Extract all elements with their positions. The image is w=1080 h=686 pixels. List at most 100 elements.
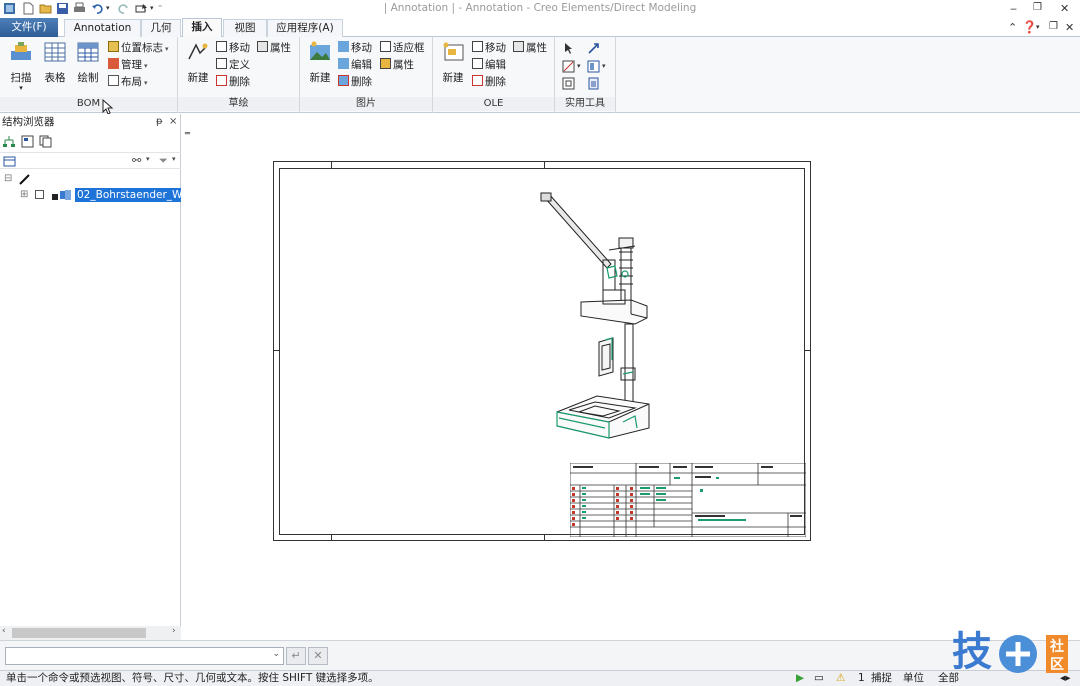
ole-move-button[interactable]: 移动 (472, 40, 506, 56)
image-move-label: 移动 (351, 42, 372, 54)
watermark-char: 技 (952, 629, 992, 675)
selection-count: 1 (858, 672, 865, 684)
image-move-button[interactable]: 移动 (338, 40, 372, 56)
layers-tool-icon[interactable] (587, 60, 600, 73)
scroll-right-icon[interactable]: › (172, 626, 176, 636)
binoculars-icon[interactable]: ⚯ (132, 154, 141, 167)
ole-new-button[interactable]: 新建 (436, 41, 470, 85)
image-fit-frame-button[interactable]: 适应框 (380, 40, 425, 56)
sketch-define-button[interactable]: 定义 (216, 57, 250, 73)
layout-button[interactable]: 布局 ▾ (108, 74, 148, 90)
pin-icon[interactable]: ᵽ (156, 114, 163, 130)
window-title: | Annotation | - Annotation - Creo Eleme… (383, 2, 697, 14)
cancel-command-button[interactable]: ✕ (308, 647, 328, 665)
tree-collapse-icon[interactable]: ⊟ (4, 172, 12, 186)
ole-delete-button[interactable]: 删除 (472, 74, 506, 90)
manage-button[interactable]: 管理 ▾ (108, 57, 148, 73)
browser-filter-icon[interactable] (21, 135, 34, 148)
title-block (570, 463, 806, 537)
ole-delete-icon (472, 75, 483, 86)
image-delete-label: 删除 (351, 76, 372, 88)
scroll-thumb[interactable] (12, 628, 146, 638)
record-icon[interactable]: ▭ (814, 671, 824, 686)
drill-press-view[interactable] (539, 190, 669, 440)
selected-tree-label[interactable]: 02_Bohrstaender_Werk (75, 188, 181, 202)
minimize-ribbon-icon[interactable]: ⌃ (1008, 21, 1017, 34)
browser-hscrollbar[interactable]: ‹ › (0, 626, 181, 640)
sketch-delete-button[interactable]: 删除 (216, 74, 250, 90)
group-tools-label: 实用工具 (555, 97, 615, 111)
scan-button[interactable]: 扫描 ▾ (4, 41, 38, 92)
help-icon[interactable]: ❓ (1022, 20, 1037, 34)
tree-expand-icon[interactable]: ⊞ (20, 188, 28, 202)
play-icon[interactable]: ▶ (796, 671, 804, 686)
position-flag-button[interactable]: 位置标志 ▾ (108, 40, 169, 56)
doc-restore-icon[interactable]: ❐ (1049, 21, 1058, 32)
tab-insert[interactable]: 插入 (182, 18, 222, 38)
unit-label[interactable]: 单位 (903, 671, 924, 686)
title-bar: ▾ ▾ ⁼ | Annotation | - Annotation - Creo… (0, 0, 1080, 18)
doc-close-icon[interactable]: ✕ (1065, 21, 1074, 34)
calculator-tool-icon[interactable] (587, 77, 600, 90)
command-input[interactable]: ⌄ (5, 647, 284, 665)
funnel-icon[interactable]: ⏷ (159, 154, 168, 168)
tab-annotation[interactable]: Annotation (64, 19, 141, 37)
tree-checkbox[interactable] (35, 190, 44, 199)
tree-root[interactable]: ⊟ (0, 172, 181, 186)
canvas-minimize-icon[interactable]: ‗ (185, 124, 190, 135)
ole-new-label: 新建 (442, 72, 464, 84)
sketch-new-label: 新建 (187, 72, 209, 84)
tree-view-icon[interactable] (3, 135, 16, 148)
warning-icon[interactable]: ⚠ (836, 671, 845, 686)
ole-edit-label: 编辑 (485, 59, 506, 71)
ole-move-icon (472, 41, 483, 52)
pointer-tool-icon[interactable] (562, 42, 575, 55)
watermark-sub1: 社 (1050, 639, 1064, 655)
browser-view-icon[interactable] (3, 155, 16, 168)
zone-tick (331, 534, 332, 540)
browser-copy-icon[interactable] (39, 135, 52, 148)
zone-tick (805, 350, 810, 351)
image-edit-button[interactable]: 编辑 (338, 57, 372, 73)
sketch-new-button[interactable]: 新建 (181, 41, 215, 85)
image-new-button[interactable]: 新建 (303, 41, 337, 85)
status-message: 单击一个命令或预选视图、符号、尺寸、几何或文本。按住 SHIFT 键选择多项。 (6, 672, 379, 684)
measure-dropdown-icon[interactable]: ▾ (577, 62, 581, 70)
search-dropdown-icon[interactable]: ▾ (146, 155, 150, 163)
image-properties-button[interactable]: 属性 (380, 57, 414, 73)
ole-properties-button[interactable]: 属性 (513, 40, 547, 56)
browser-close-icon[interactable]: × (169, 114, 177, 130)
layout-label: 布局 (121, 76, 142, 88)
drawing-canvas[interactable]: ‗ (182, 114, 1080, 640)
snap-label[interactable]: 捕捉 (871, 671, 892, 686)
help-dropdown-icon[interactable]: ▾ (1036, 23, 1040, 31)
frame-tool-icon[interactable] (562, 77, 575, 90)
table-button[interactable]: 表格 (38, 41, 72, 85)
image-fit-frame-icon (380, 41, 391, 52)
tab-applications[interactable]: 应用程序(A) (267, 19, 343, 37)
restore-icon[interactable]: ❐ (1033, 2, 1042, 13)
confirm-command-button[interactable]: ↵ (286, 647, 306, 665)
tab-geometry[interactable]: 几何 (141, 19, 181, 37)
browser-header: 结构浏览器 ᵽ × (0, 114, 180, 130)
minimize-icon[interactable]: ‒ (1010, 2, 1017, 15)
image-new-label: 新建 (309, 72, 331, 84)
file-tab[interactable]: 文件(F) (0, 18, 58, 37)
command-dropdown-icon[interactable]: ⌄ (272, 649, 280, 659)
ole-edit-button[interactable]: 编辑 (472, 57, 506, 73)
drawing-sheet[interactable] (273, 161, 811, 541)
filter-dropdown-icon[interactable]: ▾ (172, 155, 176, 163)
close-window-icon[interactable]: ✕ (1060, 2, 1069, 15)
measure-tool-icon[interactable] (562, 60, 575, 73)
sketch-move-button[interactable]: 移动 (216, 40, 250, 56)
draw-button[interactable]: 绘制 (71, 41, 105, 85)
layers-dropdown-icon[interactable]: ▾ (602, 62, 606, 70)
sketch-properties-button[interactable]: 属性 (257, 40, 291, 56)
snap-tool-icon[interactable] (587, 42, 600, 55)
scroll-left-icon[interactable]: ‹ (2, 626, 6, 636)
image-delete-button[interactable]: 删除 (338, 74, 372, 90)
sketch-define-label: 定义 (229, 59, 250, 71)
tab-view[interactable]: 视图 (223, 19, 267, 37)
tree-item[interactable]: ⊞ 02_Bohrstaender_Werk (0, 188, 181, 202)
ole-properties-label: 属性 (526, 42, 547, 54)
